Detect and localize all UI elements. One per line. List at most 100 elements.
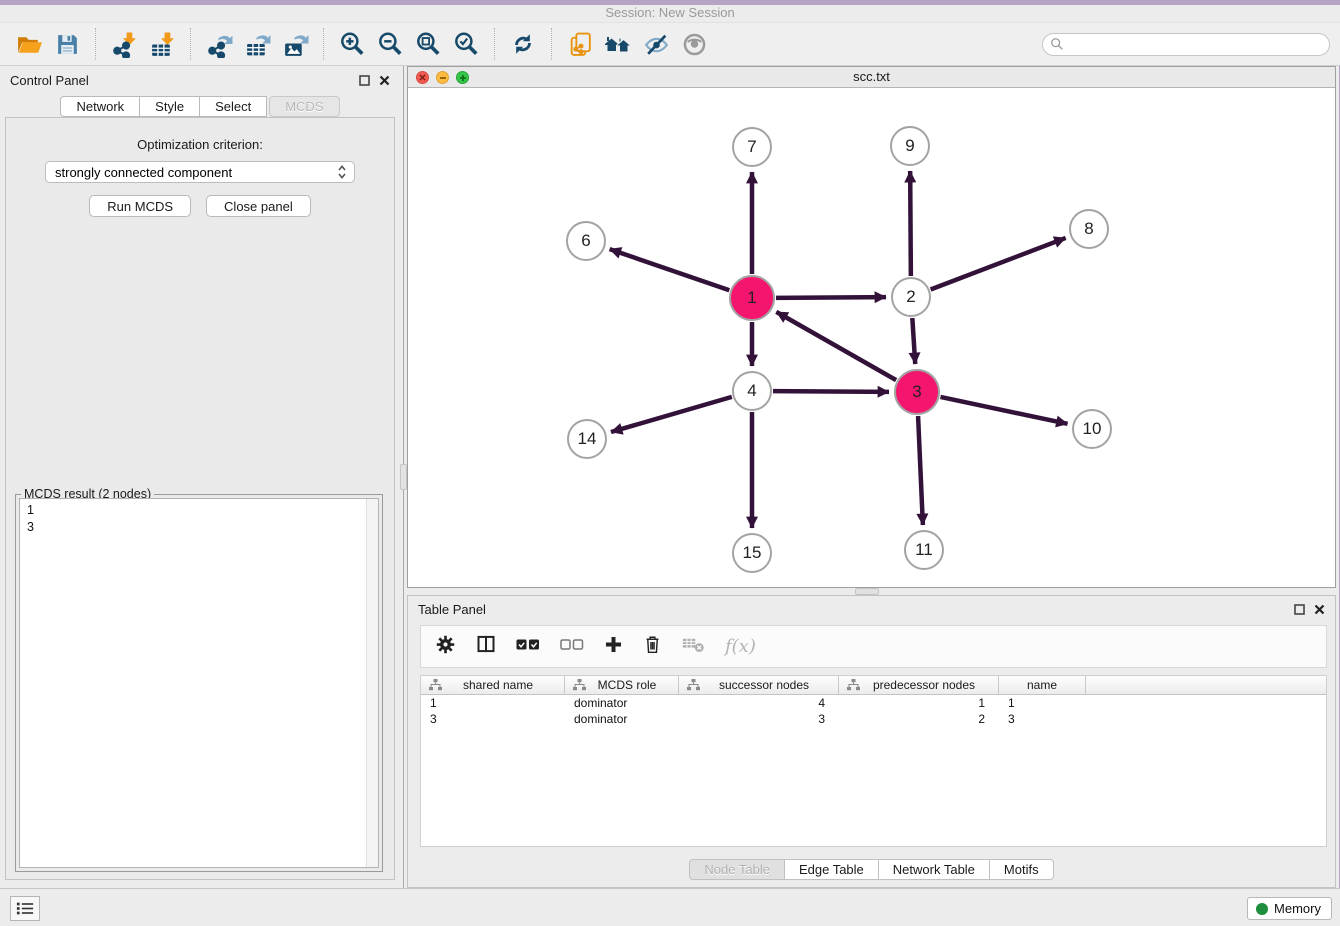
table-panel: Table Panel f(x) shared name (407, 595, 1336, 888)
tab-edge-table[interactable]: Edge Table (785, 859, 879, 880)
table-settings-icon[interactable] (435, 634, 456, 660)
graph-edge-4-3[interactable] (773, 391, 889, 392)
zoom-fit-icon[interactable] (413, 29, 443, 59)
tab-mcds[interactable]: MCDS (269, 96, 339, 117)
graph-edge-2-9[interactable] (910, 171, 911, 276)
network-view-window: scc.txt 7 9 6 8 1 2 4 3 14 10 15 11 (407, 66, 1336, 588)
export-table-icon[interactable] (242, 29, 272, 59)
eye-icon[interactable] (679, 29, 709, 59)
add-column-icon[interactable] (604, 635, 623, 659)
tab-node-table[interactable]: Node Table (689, 859, 785, 880)
select-all-icon[interactable] (516, 638, 540, 656)
close-panel-button[interactable]: Close panel (206, 195, 311, 217)
splitter-grip[interactable] (855, 588, 879, 595)
table-cell[interactable]: 1 (421, 695, 565, 711)
vertical-splitter[interactable] (400, 66, 407, 888)
graph-node-11[interactable]: 11 (904, 530, 944, 570)
result-scrollbar[interactable] (366, 499, 378, 867)
import-network-icon[interactable] (109, 29, 139, 59)
close-panel-icon[interactable] (379, 75, 390, 86)
eye-slash-icon[interactable] (641, 29, 671, 59)
zoom-out-icon[interactable] (375, 29, 405, 59)
table-cell[interactable]: dominator (565, 711, 679, 727)
table-cell[interactable]: 4 (679, 695, 839, 711)
apply-function-icon[interactable]: f(x) (725, 636, 756, 657)
open-folder-icon[interactable] (14, 29, 44, 59)
zoom-selected-icon[interactable] (451, 29, 481, 59)
graph-node-7[interactable]: 7 (732, 127, 772, 167)
table-cell[interactable]: 3 (421, 711, 565, 727)
close-panel-icon[interactable] (1314, 604, 1325, 615)
search-field[interactable] (1042, 33, 1330, 56)
float-panel-icon[interactable] (1294, 604, 1305, 615)
horizontal-splitter[interactable] (407, 588, 1336, 595)
graph-node-9[interactable]: 9 (890, 126, 930, 166)
graph-edge-3-10[interactable] (940, 397, 1067, 424)
window-close-icon[interactable] (416, 71, 429, 84)
export-image-icon[interactable] (280, 29, 310, 59)
table-cell[interactable]: 3 (679, 711, 839, 727)
graph-node-2[interactable]: 2 (891, 277, 931, 317)
tab-network[interactable]: Network (60, 96, 140, 117)
graph-node-10[interactable]: 10 (1072, 409, 1112, 449)
network-window-title: scc.txt (853, 69, 890, 84)
delete-column-icon[interactable] (643, 634, 662, 659)
optimization-criterion-label: Optimization criterion: (6, 137, 394, 152)
graph-node-14[interactable]: 14 (567, 419, 607, 459)
graph-edge-3-1[interactable] (776, 312, 896, 380)
graph-edge-2-3[interactable] (912, 318, 915, 364)
graph-node-4[interactable]: 4 (732, 371, 772, 411)
network-canvas[interactable]: 7 9 6 8 1 2 4 3 14 10 15 11 (408, 88, 1335, 587)
graph-node-1[interactable]: 1 (729, 275, 775, 321)
tab-network-table[interactable]: Network Table (879, 859, 990, 880)
task-history-button[interactable] (10, 896, 40, 921)
memory-button-label: Memory (1274, 901, 1321, 916)
run-mcds-button[interactable]: Run MCDS (89, 195, 191, 217)
home-icon[interactable] (603, 29, 633, 59)
graph-node-3[interactable]: 3 (894, 369, 940, 415)
splitter-grip[interactable] (400, 464, 407, 490)
table-cell[interactable]: 2 (839, 711, 999, 727)
new-network-from-selection-icon[interactable] (565, 29, 595, 59)
float-panel-icon[interactable] (359, 75, 370, 86)
table-row[interactable]: 1dominator411 (421, 695, 1326, 711)
deselect-all-icon[interactable] (560, 638, 584, 656)
table-cell[interactable]: 3 (999, 711, 1086, 727)
column-header-mcds-role[interactable]: MCDS role (565, 676, 679, 694)
graph-node-6[interactable]: 6 (566, 221, 606, 261)
table-cell[interactable]: dominator (565, 695, 679, 711)
delete-table-icon[interactable] (682, 636, 705, 658)
graph-edge-2-8[interactable] (931, 238, 1066, 290)
column-header-successor-nodes[interactable]: successor nodes (679, 676, 839, 694)
table-cell[interactable]: 1 (839, 695, 999, 711)
table-panel-title: Table Panel (418, 602, 486, 617)
graph-edge-1-6[interactable] (610, 249, 730, 290)
table-header-row: shared name MCDS role successor nodes pr… (421, 676, 1326, 695)
graph-edge-3-11[interactable] (918, 416, 923, 525)
table-row[interactable]: 3dominator323 (421, 711, 1326, 727)
tab-motifs[interactable]: Motifs (990, 859, 1054, 880)
hierarchy-icon (573, 679, 586, 691)
graph-node-15[interactable]: 15 (732, 533, 772, 573)
window-minimize-icon[interactable] (436, 71, 449, 84)
mcds-result-area[interactable]: 1 3 (19, 498, 379, 868)
window-zoom-icon[interactable] (456, 71, 469, 84)
column-header-predecessor-nodes[interactable]: predecessor nodes (839, 676, 999, 694)
memory-button[interactable]: Memory (1247, 897, 1332, 920)
import-table-icon[interactable] (147, 29, 177, 59)
refresh-icon[interactable] (508, 29, 538, 59)
graph-edge-4-14[interactable] (611, 397, 732, 432)
split-columns-icon[interactable] (476, 634, 496, 659)
export-network-icon[interactable] (204, 29, 234, 59)
column-header-name[interactable]: name (999, 676, 1086, 694)
table-cell[interactable]: 1 (999, 695, 1086, 711)
criterion-select[interactable]: strongly connected component (45, 161, 355, 183)
zoom-in-icon[interactable] (337, 29, 367, 59)
tab-select[interactable]: Select (200, 96, 267, 117)
search-input[interactable] (1064, 35, 1329, 54)
column-header-shared-name[interactable]: shared name (421, 676, 565, 694)
graph-node-8[interactable]: 8 (1069, 209, 1109, 249)
tab-style[interactable]: Style (140, 96, 200, 117)
save-icon[interactable] (52, 29, 82, 59)
graph-edge-1-2[interactable] (776, 297, 886, 298)
